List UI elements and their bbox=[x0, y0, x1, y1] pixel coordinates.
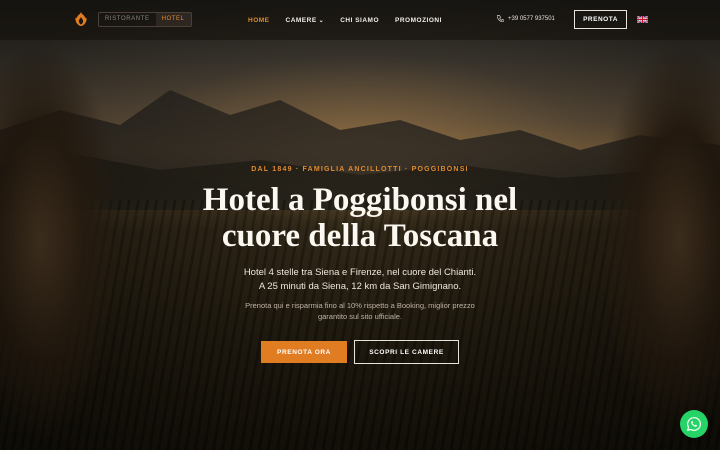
switch-hotel[interactable]: HOTEL bbox=[155, 13, 191, 26]
header-book-button[interactable]: PRENOTA bbox=[574, 10, 627, 29]
nav-rooms[interactable]: CAMERE ⌄ bbox=[286, 17, 325, 24]
switch-ristorante[interactable]: RISTORANTE bbox=[99, 13, 156, 26]
nav-promotions[interactable]: PROMOZIONI bbox=[395, 17, 442, 24]
phone-link[interactable]: +39 0577 937501 bbox=[497, 15, 555, 22]
uk-flag-icon[interactable] bbox=[637, 16, 648, 23]
book-now-button[interactable]: PRENOTA ORA bbox=[261, 341, 347, 363]
hero-subtitle-line1: Hotel 4 stelle tra Siena e Firenze, nel … bbox=[243, 267, 477, 278]
flame-crest-icon[interactable] bbox=[73, 11, 89, 27]
main-nav: HOME CAMERE ⌄ CHI SIAMO PROMOZIONI bbox=[248, 0, 442, 40]
hero-eyebrow: DAL 1849 · FAMIGLIA ANCILLOTTI · POGGIBO… bbox=[251, 166, 469, 173]
phone-number: +39 0577 937501 bbox=[508, 15, 555, 22]
discover-rooms-button[interactable]: SCOPRI LE CAMERE bbox=[354, 340, 459, 364]
phone-icon bbox=[497, 15, 504, 22]
venue-switcher: RISTORANTE HOTEL bbox=[98, 12, 192, 27]
nav-about[interactable]: CHI SIAMO bbox=[340, 17, 379, 24]
hero-subtitle: Hotel 4 stelle tra Siena e Firenze, nel … bbox=[200, 266, 520, 294]
nav-rooms-label: CAMERE bbox=[285, 16, 317, 24]
hero-booking-note: Prenota qui e risparmia fino al 10% risp… bbox=[245, 301, 475, 321]
hero-subtitle-line2: A 25 minuti da Siena, 12 km da San Gimig… bbox=[258, 281, 462, 292]
whatsapp-button[interactable] bbox=[680, 410, 708, 438]
hero-title: Hotel a Poggibonsi nel cuore della Tosca… bbox=[202, 182, 518, 254]
top-navbar: RISTORANTE HOTEL HOME CAMERE ⌄ CHI SIAMO … bbox=[0, 0, 720, 40]
nav-home[interactable]: HOME bbox=[248, 17, 270, 24]
chevron-down-icon: ⌄ bbox=[318, 17, 325, 24]
whatsapp-icon bbox=[686, 417, 701, 432]
